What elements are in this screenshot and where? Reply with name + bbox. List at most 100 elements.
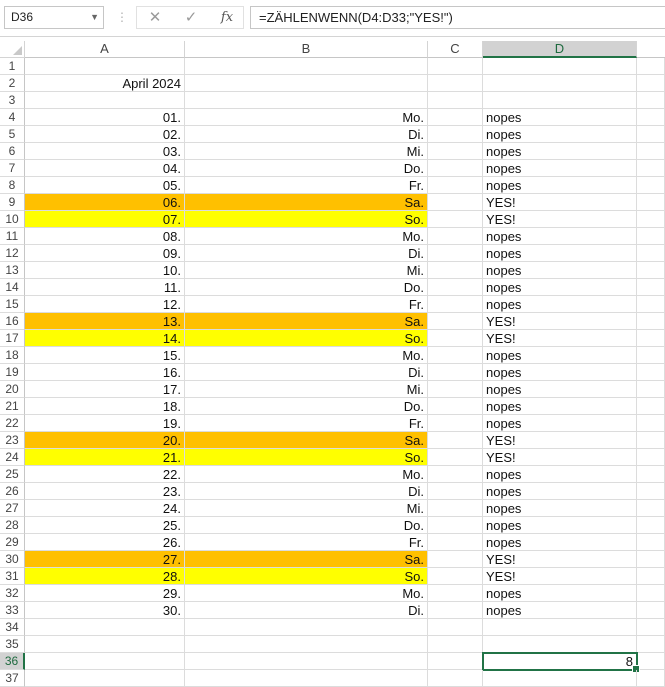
cell-a[interactable]: 04. [25, 160, 185, 177]
cell-b[interactable]: Fr. [185, 296, 428, 313]
row-header[interactable]: 13 [0, 262, 25, 279]
cell-a[interactable]: 11. [25, 279, 185, 296]
row-header[interactable]: 3 [0, 92, 25, 109]
row-header[interactable]: 5 [0, 126, 25, 143]
cell-d[interactable] [483, 670, 637, 687]
cell-a[interactable]: 05. [25, 177, 185, 194]
cell-c[interactable] [428, 381, 483, 398]
chevron-down-icon[interactable]: ▼ [90, 7, 99, 28]
cell-b[interactable]: Di. [185, 126, 428, 143]
column-header-a[interactable]: A [25, 41, 185, 58]
cell-e[interactable] [637, 92, 665, 109]
cell-e[interactable] [637, 636, 665, 653]
cell-d[interactable]: YES! [483, 194, 637, 211]
row-header[interactable]: 22 [0, 415, 25, 432]
cell-d[interactable]: nopes [483, 228, 637, 245]
cell-a[interactable] [25, 636, 185, 653]
cell-d[interactable]: nopes [483, 483, 637, 500]
cell-b[interactable]: So. [185, 330, 428, 347]
row-header[interactable]: 25 [0, 466, 25, 483]
cell-d[interactable]: nopes [483, 177, 637, 194]
cell-e[interactable] [637, 160, 665, 177]
cell-e[interactable] [637, 449, 665, 466]
cell-c[interactable] [428, 160, 483, 177]
cell-a[interactable]: 17. [25, 381, 185, 398]
cell-a[interactable]: 26. [25, 534, 185, 551]
cell-d[interactable]: nopes [483, 347, 637, 364]
cell-e[interactable] [637, 619, 665, 636]
cell-a[interactable]: 16. [25, 364, 185, 381]
cell-e[interactable] [637, 296, 665, 313]
cell-c[interactable] [428, 364, 483, 381]
cell-e[interactable] [637, 330, 665, 347]
cell-b[interactable]: Sa. [185, 194, 428, 211]
row-header[interactable]: 21 [0, 398, 25, 415]
cell-b[interactable]: Di. [185, 602, 428, 619]
cell-a[interactable]: 20. [25, 432, 185, 449]
cell-d[interactable]: nopes [483, 279, 637, 296]
cell-e[interactable] [637, 228, 665, 245]
cell-e[interactable] [637, 177, 665, 194]
cell-b[interactable]: Do. [185, 160, 428, 177]
cell-a[interactable]: 23. [25, 483, 185, 500]
cell-b[interactable] [185, 670, 428, 687]
cell-b[interactable]: Do. [185, 279, 428, 296]
cell-e[interactable] [637, 245, 665, 262]
cell-d[interactable]: nopes [483, 262, 637, 279]
cell-b[interactable]: So. [185, 568, 428, 585]
cell-c[interactable] [428, 245, 483, 262]
cell-d[interactable]: nopes [483, 296, 637, 313]
cell-e[interactable] [637, 483, 665, 500]
cell-a[interactable]: 19. [25, 415, 185, 432]
cell-e[interactable] [637, 585, 665, 602]
row-header[interactable]: 26 [0, 483, 25, 500]
cell-c[interactable] [428, 75, 483, 92]
cell-a[interactable]: 15. [25, 347, 185, 364]
cell-d[interactable]: YES! [483, 551, 637, 568]
column-header-c[interactable]: C [428, 41, 483, 58]
row-header[interactable]: 34 [0, 619, 25, 636]
cell-a[interactable]: 29. [25, 585, 185, 602]
cell-c[interactable] [428, 211, 483, 228]
cell-a[interactable]: 24. [25, 500, 185, 517]
row-header[interactable]: 14 [0, 279, 25, 296]
row-header[interactable]: 23 [0, 432, 25, 449]
cell-a[interactable]: 30. [25, 602, 185, 619]
cell-a[interactable]: 08. [25, 228, 185, 245]
cell-c[interactable] [428, 177, 483, 194]
row-header[interactable]: 35 [0, 636, 25, 653]
cell-c[interactable] [428, 347, 483, 364]
cell-c[interactable] [428, 415, 483, 432]
cell-c[interactable] [428, 398, 483, 415]
cell-b[interactable]: Mo. [185, 466, 428, 483]
cell-e[interactable] [637, 143, 665, 160]
cell-c[interactable] [428, 551, 483, 568]
insert-function-button[interactable]: fx [214, 6, 240, 29]
cell-b[interactable]: Sa. [185, 313, 428, 330]
cell-e[interactable] [637, 109, 665, 126]
cell-d[interactable] [483, 75, 637, 92]
cell-c[interactable] [428, 228, 483, 245]
cell-b[interactable] [185, 636, 428, 653]
cell-e[interactable] [637, 568, 665, 585]
row-header[interactable]: 31 [0, 568, 25, 585]
row-header[interactable]: 9 [0, 194, 25, 211]
cell-c[interactable] [428, 262, 483, 279]
cell-b[interactable]: Sa. [185, 551, 428, 568]
row-header[interactable]: 33 [0, 602, 25, 619]
cell-b[interactable]: Mi. [185, 143, 428, 160]
row-header[interactable]: 20 [0, 381, 25, 398]
cell-b[interactable]: Di. [185, 483, 428, 500]
row-header[interactable]: 37 [0, 670, 25, 687]
cell-b[interactable]: Fr. [185, 177, 428, 194]
cell-a[interactable]: 25. [25, 517, 185, 534]
cell-d[interactable]: YES! [483, 568, 637, 585]
cell-e[interactable] [637, 75, 665, 92]
cell-b[interactable]: Mo. [185, 347, 428, 364]
cell-e[interactable] [637, 517, 665, 534]
name-box[interactable]: D36 ▼ [4, 6, 104, 29]
row-header[interactable]: 27 [0, 500, 25, 517]
cell-a[interactable]: 02. [25, 126, 185, 143]
cell-b[interactable] [185, 75, 428, 92]
row-header[interactable]: 2 [0, 75, 25, 92]
